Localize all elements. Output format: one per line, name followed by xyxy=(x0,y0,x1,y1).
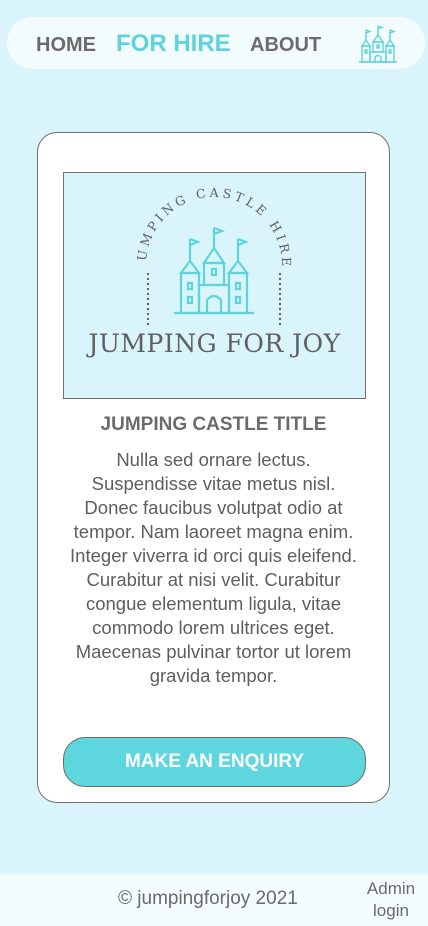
footer: © jumpingforjoy 2021 Admin login xyxy=(0,874,428,926)
copyright-text: © jumpingforjoy 2021 xyxy=(118,888,298,909)
castle-icon xyxy=(174,226,254,315)
nav-home-link[interactable]: HOME xyxy=(36,17,96,69)
nav-about-link[interactable]: ABOUT xyxy=(250,17,321,69)
card-title: JUMPING CASTLE TITLE xyxy=(100,414,327,435)
admin-login-link[interactable]: Admin login xyxy=(360,878,422,922)
top-nav: HOME FOR HIRE ABOUT xyxy=(7,17,425,69)
castle-logo-image: JUMPING CASTLE HIRE JUMPING FOR JOY xyxy=(63,172,366,399)
card-description: Nulla sed ornare lectus. Suspendisse vit… xyxy=(70,449,357,686)
logo-arc-text: JUMPING CASTLE HIRE xyxy=(64,173,291,270)
jumping-for-joy-logo: JUMPING CASTLE HIRE xyxy=(64,173,294,328)
svg-text:JUMPING CASTLE HIRE: JUMPING CASTLE HIRE xyxy=(64,173,294,270)
nav-for-hire-link[interactable]: FOR HIRE xyxy=(116,17,231,69)
castle-icon[interactable] xyxy=(357,24,399,64)
logo-brand-name: JUMPING FOR JOY xyxy=(88,329,341,358)
make-enquiry-button[interactable]: MAKE AN ENQUIRY xyxy=(63,737,366,787)
castle-card: JUMPING CASTLE HIRE JUMPING FOR JOY xyxy=(37,132,390,803)
